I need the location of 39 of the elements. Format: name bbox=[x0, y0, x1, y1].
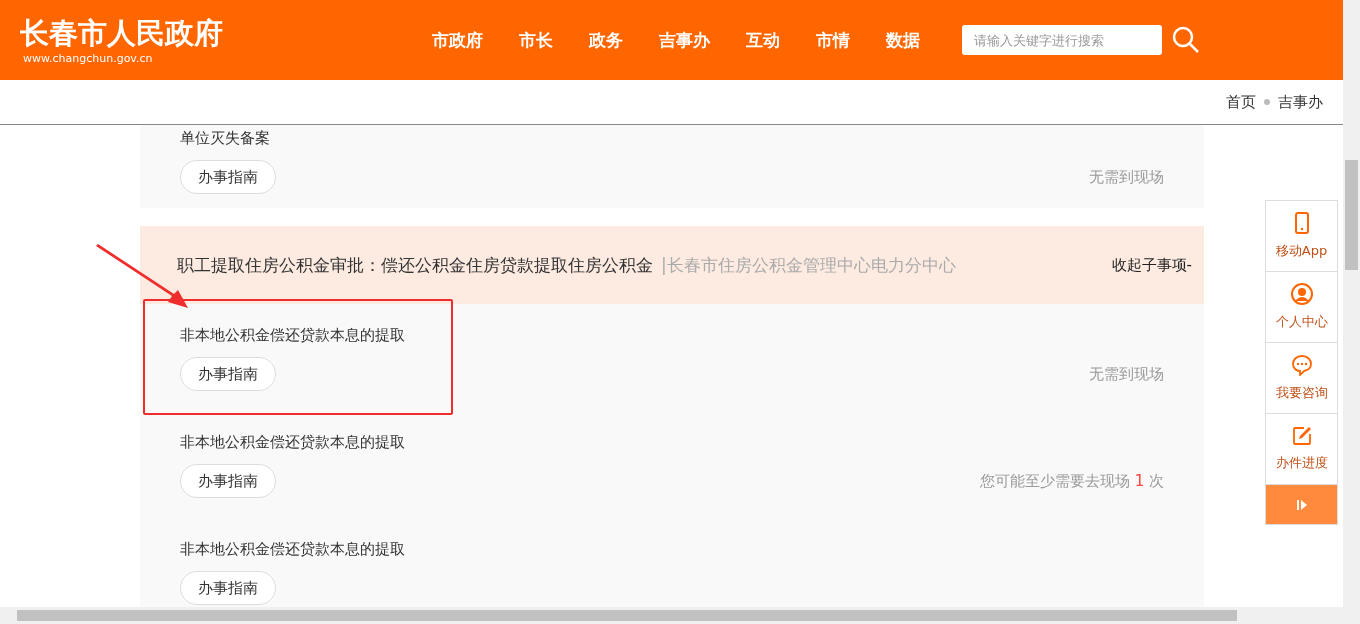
user-icon bbox=[1290, 283, 1313, 305]
nav-link[interactable]: 市政府 bbox=[432, 28, 483, 52]
nav-link[interactable]: 政务 bbox=[589, 28, 623, 52]
toolbar-item[interactable]: 个人中心 bbox=[1266, 272, 1337, 343]
nav-link[interactable]: 市情 bbox=[816, 28, 850, 52]
search-field[interactable]: 请输入关键字进行搜索 bbox=[962, 25, 1162, 55]
nav-link[interactable]: 数据 bbox=[886, 28, 920, 52]
item-title: 非本地公积金偿还贷款本息的提取 bbox=[180, 433, 406, 452]
guide-button[interactable]: 办事指南 bbox=[180, 571, 276, 605]
nav-link[interactable]: 互动 bbox=[746, 28, 780, 52]
group-title[interactable]: 职工提取住房公积金审批：偿还公积金住房贷款提取住房公积金 bbox=[177, 253, 653, 277]
toolbar-item[interactable]: 我要咨询 bbox=[1266, 343, 1337, 414]
collapse-toolbar-button[interactable] bbox=[1266, 485, 1337, 524]
vertical-scrollbar[interactable] bbox=[1343, 0, 1360, 607]
item-title: 非本地公积金偿还贷款本息的提取 bbox=[180, 326, 406, 345]
guide-button[interactable]: 办事指南 bbox=[180, 464, 276, 498]
guide-button[interactable]: 办事指南 bbox=[180, 160, 276, 194]
visit-note: 无需到现场 bbox=[1089, 167, 1164, 187]
site-url: www.changchun.gov.cn bbox=[23, 51, 154, 65]
phone-icon bbox=[1294, 212, 1309, 234]
item-title: 单位灭失备案 bbox=[180, 129, 271, 148]
toolbar-item[interactable]: 移动App bbox=[1266, 201, 1337, 272]
guide-button[interactable]: 办事指南 bbox=[180, 357, 276, 391]
separator-dot bbox=[1264, 99, 1270, 105]
horizontal-scrollbar[interactable] bbox=[0, 607, 1360, 624]
edit-icon bbox=[1291, 426, 1312, 446]
breadcrumb-link[interactable]: 吉事办 bbox=[1278, 92, 1323, 112]
item-title: 非本地公积金偿还贷款本息的提取 bbox=[180, 540, 406, 559]
collapse-link[interactable]: 收起子事项- bbox=[1111, 255, 1192, 275]
search-icon[interactable] bbox=[1172, 26, 1200, 54]
play-icon bbox=[1294, 497, 1309, 512]
chat-icon bbox=[1290, 354, 1313, 376]
site-title[interactable]: 长春市人民政府 bbox=[20, 15, 420, 50]
breadcrumb-link[interactable]: 首页 bbox=[1226, 92, 1256, 112]
nav-link[interactable]: 吉事办 bbox=[659, 28, 710, 52]
department-label: |长春市住房公积金管理中心电力分中心 bbox=[661, 253, 956, 277]
visit-note: 您可能至少需要去现场 1 次 bbox=[979, 471, 1164, 491]
visit-note: 无需到现场 bbox=[1089, 364, 1164, 384]
nav-link[interactable]: 市长 bbox=[519, 28, 553, 52]
